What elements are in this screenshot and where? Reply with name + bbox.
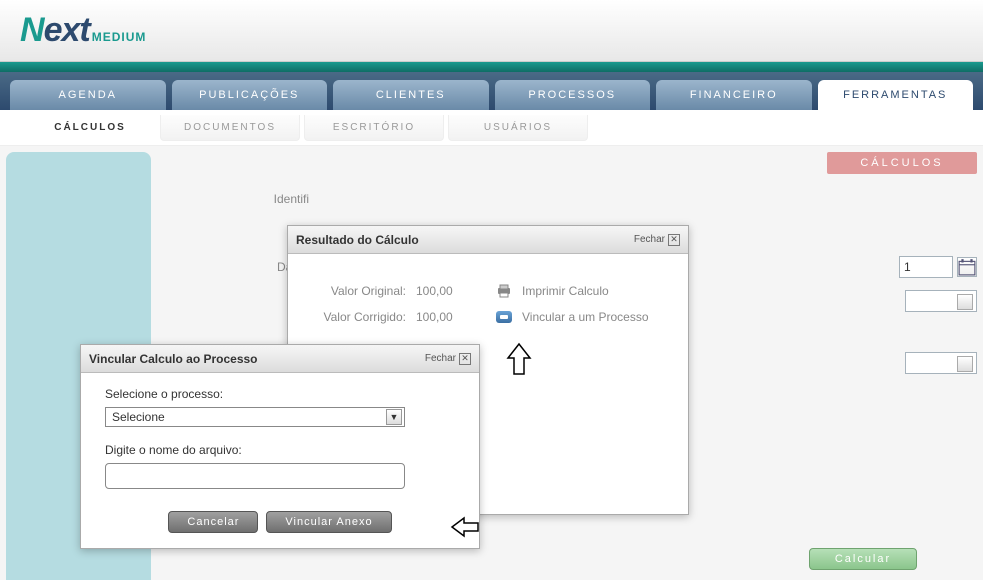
subnav-escritorio[interactable]: ESCRITÓRIO — [304, 115, 444, 141]
dropdown-2[interactable] — [905, 352, 977, 374]
nav-publicacoes[interactable]: PUBLICAÇÕES — [172, 80, 328, 110]
brand-sub: MEDIUM — [92, 30, 147, 44]
dropdown-1[interactable] — [905, 290, 977, 312]
nav-agenda[interactable]: AGENDA — [10, 80, 166, 110]
nav-clientes[interactable]: CLIENTES — [333, 80, 489, 110]
action-imprimir-label: Imprimir Calculo — [522, 284, 609, 298]
nome-arquivo-input[interactable] — [105, 463, 405, 489]
link-modal: Vincular Calculo ao Processo Fechar ✕ Se… — [80, 344, 480, 549]
vincular-anexo-button[interactable]: Vincular Anexo — [266, 511, 391, 533]
nav-financeiro[interactable]: FINANCEIRO — [656, 80, 812, 110]
label-selecione-processo: Selecione o processo: — [105, 387, 455, 401]
main-nav: AGENDA PUBLICAÇÕES CLIENTES PROCESSOS FI… — [0, 72, 983, 110]
chevron-down-icon: ▼ — [386, 409, 402, 425]
nav-processos[interactable]: PROCESSOS — [495, 80, 651, 110]
label-valor-corrigido: Valor Corrigido: — [306, 310, 406, 324]
result-modal-title: Resultado do Cálculo Fechar ✕ — [288, 226, 688, 254]
link-icon — [496, 310, 512, 324]
processo-select[interactable]: Selecione ▼ — [105, 407, 405, 427]
cancelar-button[interactable]: Cancelar — [168, 511, 258, 533]
subnav-calculos[interactable]: CÁLCULOS — [20, 115, 160, 141]
result-modal-close[interactable]: Fechar ✕ — [634, 234, 680, 246]
close-icon: ✕ — [459, 353, 471, 365]
close-label: Fechar — [425, 353, 456, 364]
brand-name: Next — [20, 11, 90, 50]
calendar-icon[interactable] — [957, 257, 977, 277]
value-valor-corrigido: 100,00 — [416, 310, 453, 324]
label-identificacao: Identifi — [169, 192, 309, 206]
page-title-badge: CÁLCULOS — [827, 152, 977, 174]
action-imprimir[interactable]: Imprimir Calculo — [496, 284, 670, 298]
brand-logo: Next MEDIUM — [20, 11, 146, 50]
label-nome-arquivo: Digite o nome do arquivo: — [105, 443, 455, 457]
sub-nav: CÁLCULOS DOCUMENTOS ESCRITÓRIO USUÁRIOS — [0, 110, 983, 146]
nav-ferramentas[interactable]: FERRAMENTAS — [818, 80, 974, 110]
processo-select-value: Selecione — [112, 410, 165, 424]
action-vincular[interactable]: Vincular a um Processo — [496, 310, 670, 324]
action-vincular-label: Vincular a um Processo — [522, 310, 649, 324]
printer-icon — [496, 284, 512, 298]
close-label: Fechar — [634, 234, 665, 245]
result-modal-title-text: Resultado do Cálculo — [296, 233, 419, 247]
nav-accent — [0, 62, 983, 72]
subnav-documentos[interactable]: DOCUMENTOS — [160, 115, 300, 141]
date-input[interactable] — [899, 256, 953, 278]
subnav-usuarios[interactable]: USUÁRIOS — [448, 115, 588, 141]
app-header: Next MEDIUM — [0, 0, 983, 62]
link-modal-title: Vincular Calculo ao Processo Fechar ✕ — [81, 345, 479, 373]
value-valor-original: 100,00 — [416, 284, 453, 298]
calcular-button[interactable]: Calcular — [809, 548, 917, 570]
label-valor-original: Valor Original: — [306, 284, 406, 298]
link-modal-title-text: Vincular Calculo ao Processo — [89, 352, 258, 366]
link-modal-close[interactable]: Fechar ✕ — [425, 353, 471, 365]
close-icon: ✕ — [668, 234, 680, 246]
